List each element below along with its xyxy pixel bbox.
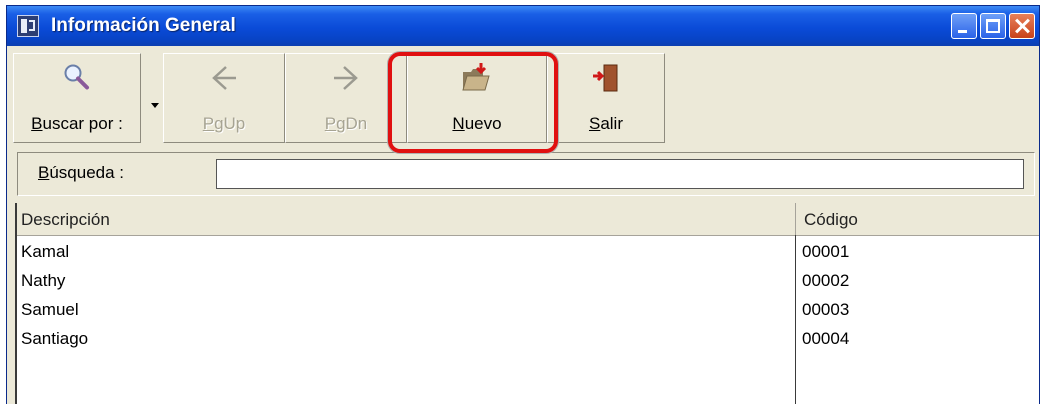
cell-code: 00003 — [802, 300, 850, 319]
pgup-label: PgUp — [202, 114, 246, 133]
search-row: Búsqueda : — [17, 152, 1035, 196]
column-header-description[interactable]: Descripción — [17, 203, 796, 235]
pgup-button[interactable]: PgUp — [163, 53, 285, 143]
table-row[interactable]: Samuel 00003 — [17, 295, 1039, 324]
cell-description: Kamal — [21, 242, 70, 261]
cell-code: 00002 — [802, 271, 850, 290]
search-by-button[interactable]: Buscar por : — [13, 53, 141, 143]
search-input[interactable] — [216, 159, 1024, 189]
toolbar: Buscar por : PgUp PgDn Nuevo Salir — [13, 53, 713, 145]
cell-description: Nathy — [21, 271, 66, 290]
table-row[interactable]: Santiago 00004 — [17, 324, 1039, 353]
column-header-code[interactable]: Código — [796, 203, 1036, 235]
exit-label: Salir — [588, 114, 623, 133]
maximize-button[interactable] — [980, 13, 1006, 39]
results-grid: Descripción Código Kamal 00001 Nathy 000… — [15, 203, 1039, 404]
exit-button[interactable]: Salir — [547, 53, 665, 143]
cell-description: Santiago — [21, 329, 89, 348]
magnifier-icon — [64, 64, 89, 90]
cell-code: 00004 — [802, 329, 850, 348]
table-row[interactable]: Nathy 00002 — [17, 266, 1039, 295]
search-by-dropdown-arrow[interactable] — [151, 103, 159, 108]
arrow-right-icon — [334, 66, 358, 90]
exit-door-icon — [593, 64, 618, 92]
table-row[interactable]: Kamal 00001 — [17, 237, 1039, 266]
cell-description: Samuel — [21, 300, 79, 319]
minimize-button[interactable] — [951, 13, 977, 39]
app-icon[interactable] — [17, 15, 39, 37]
search-label: Búsqueda : — [38, 163, 125, 182]
cell-code: 00001 — [802, 242, 850, 261]
close-button[interactable] — [1009, 13, 1035, 39]
window-title: Información General — [51, 15, 236, 36]
title-bar[interactable]: Información General — [7, 6, 1039, 46]
highlight-annotation — [388, 52, 558, 153]
arrow-left-icon — [212, 66, 236, 90]
search-by-label: Buscar por : — [31, 114, 123, 133]
grid-header: Descripción Código — [17, 203, 1039, 236]
